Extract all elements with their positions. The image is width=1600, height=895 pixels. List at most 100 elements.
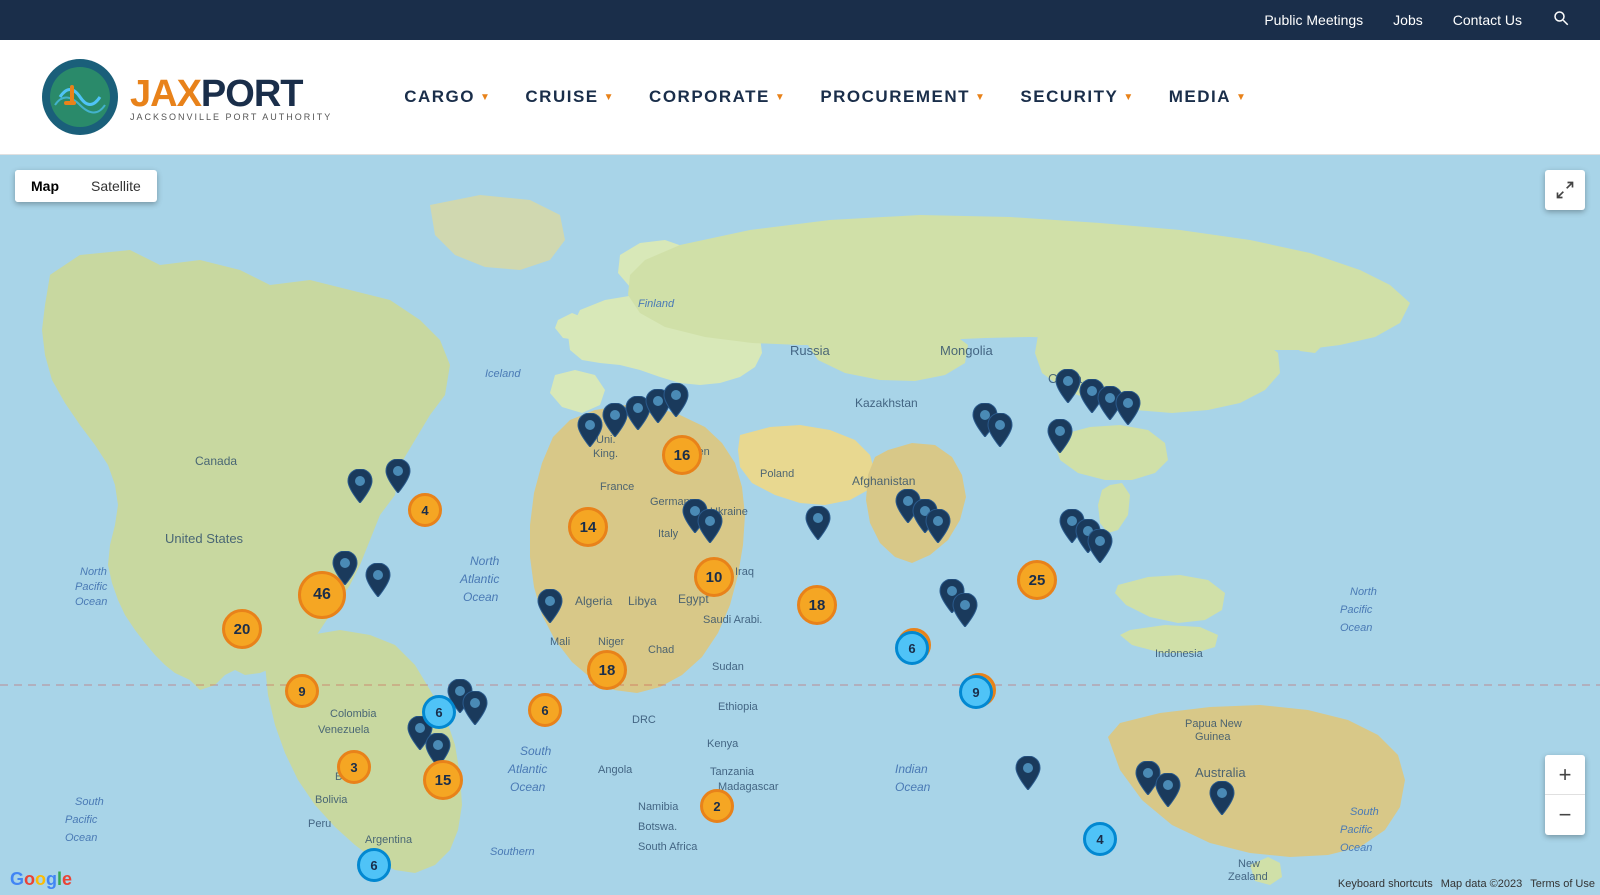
svg-text:Indonesia: Indonesia [1155,648,1204,660]
map-type-satellite-btn[interactable]: Satellite [75,170,157,202]
terms-of-use-link[interactable]: Terms of Use [1530,878,1595,890]
cluster-marker-4[interactable]: 4 [408,493,442,527]
svg-text:Argentina: Argentina [365,834,413,846]
svg-text:Chad: Chad [648,644,674,656]
svg-text:DRC: DRC [632,714,656,726]
svg-text:Kenya: Kenya [707,738,739,750]
nav-items: CARGO ▼ CRUISE ▼ CORPORATE ▼ PROCUREMENT… [392,79,1560,115]
svg-text:Peru: Peru [308,818,331,830]
svg-text:Ocean: Ocean [895,780,931,794]
keyboard-shortcuts-link[interactable]: Keyboard shortcuts [1338,878,1433,890]
pin-marker[interactable] [1014,756,1042,790]
main-navigation: JAXPORT JACKSONVILLE PORT AUTHORITY CARG… [0,40,1600,155]
pin-marker[interactable] [364,563,392,597]
svg-text:Indian: Indian [895,762,928,776]
cluster-marker-blue-6b[interactable]: 6 [357,848,391,882]
svg-text:Atlantic: Atlantic [507,762,547,776]
svg-text:Italy: Italy [658,528,679,540]
cluster-marker-15[interactable]: 15 [423,760,463,800]
cluster-marker-blue-9[interactable]: 9 [959,675,993,709]
cluster-marker-25[interactable]: 25 [1017,560,1057,600]
pin-marker[interactable] [986,413,1014,447]
nav-corporate[interactable]: CORPORATE ▼ [637,79,798,115]
svg-text:Australia: Australia [1195,765,1246,780]
svg-text:Iraq: Iraq [735,566,754,578]
cluster-marker-10[interactable]: 10 [694,557,734,597]
cluster-marker-6b[interactable]: 6 [528,693,562,727]
cluster-marker-3[interactable]: 3 [337,750,371,784]
pin-marker[interactable] [1046,419,1074,453]
svg-text:South Africa: South Africa [638,841,698,853]
cluster-marker-blue-6a[interactable]: 6 [422,695,456,729]
cluster-marker-blue-4[interactable]: 4 [1083,822,1117,856]
pin-marker[interactable] [461,691,489,725]
pin-marker[interactable] [951,593,979,627]
cluster-marker-2[interactable]: 2 [700,789,734,823]
svg-text:Iceland: Iceland [485,368,521,380]
cluster-marker-9[interactable]: 9 [285,674,319,708]
logo-subtitle: JACKSONVILLE PORT AUTHORITY [130,112,332,122]
pin-marker[interactable] [804,506,832,540]
pin-marker[interactable] [346,469,374,503]
svg-text:Algeria: Algeria [575,594,613,608]
svg-text:Botswa.: Botswa. [638,821,677,833]
zoom-in-btn[interactable]: + [1545,755,1585,795]
pin-marker[interactable] [662,383,690,417]
jobs-link[interactable]: Jobs [1393,12,1423,28]
svg-text:Papua New: Papua New [1185,718,1242,730]
svg-text:Ocean: Ocean [510,780,546,794]
svg-text:Finland: Finland [638,298,675,310]
svg-text:Tanzania: Tanzania [710,766,755,778]
nav-media[interactable]: MEDIA ▼ [1157,79,1260,115]
pin-marker[interactable] [1208,781,1236,815]
svg-text:Pacific: Pacific [75,581,108,593]
cluster-marker-blue-6c[interactable]: 6 [895,631,929,665]
contact-us-link[interactable]: Contact Us [1453,12,1522,28]
search-icon[interactable] [1552,9,1570,32]
nav-cargo[interactable]: CARGO ▼ [392,79,503,115]
svg-text:Mali: Mali [550,636,570,648]
cluster-marker-18a[interactable]: 18 [587,650,627,690]
pin-marker[interactable] [1086,529,1114,563]
public-meetings-link[interactable]: Public Meetings [1264,12,1363,28]
utility-bar: Public Meetings Jobs Contact Us [0,0,1600,40]
zoom-out-btn[interactable]: − [1545,795,1585,835]
pin-marker[interactable] [1114,391,1142,425]
nav-cruise[interactable]: CRUISE ▼ [513,79,627,115]
pin-marker[interactable] [384,459,412,493]
svg-text:Pacific: Pacific [1340,604,1373,616]
cluster-marker-18b[interactable]: 18 [797,585,837,625]
pin-marker[interactable] [1154,773,1182,807]
cluster-marker-46[interactable]: 46 [298,571,346,619]
world-map: United States Canada North Pacific Ocean… [0,155,1600,895]
nav-security[interactable]: SECURITY ▼ [1008,79,1146,115]
svg-text:France: France [600,481,634,493]
svg-text:South: South [75,796,104,808]
svg-text:Russia: Russia [790,343,831,358]
cluster-marker-14[interactable]: 14 [568,507,608,547]
pin-marker[interactable] [536,589,564,623]
fullscreen-btn[interactable] [1545,170,1585,210]
cluster-marker-20[interactable]: 20 [222,609,262,649]
pin-marker[interactable] [924,509,952,543]
svg-text:Bolivia: Bolivia [315,794,348,806]
svg-text:Southern: Southern [490,846,535,858]
svg-text:Venezuela: Venezuela [318,724,370,736]
cluster-marker-16[interactable]: 16 [662,435,702,475]
map-type-map-btn[interactable]: Map [15,170,75,202]
svg-text:New: New [1238,858,1260,870]
svg-text:Namibia: Namibia [638,801,679,813]
svg-text:Ocean: Ocean [75,596,107,608]
logo-icon [40,57,120,137]
pin-marker[interactable] [576,413,604,447]
logo-jax: JAX [130,73,201,115]
svg-text:Ocean: Ocean [1340,842,1372,854]
pin-marker[interactable] [696,509,724,543]
map-container[interactable]: United States Canada North Pacific Ocean… [0,155,1600,895]
security-chevron-icon: ▼ [1123,92,1134,103]
nav-procurement[interactable]: PROCUREMENT ▼ [808,79,998,115]
svg-text:Ocean: Ocean [463,590,499,604]
svg-text:Zealand: Zealand [1228,871,1268,883]
logo[interactable]: JAXPORT JACKSONVILLE PORT AUTHORITY [40,57,332,137]
svg-text:United States: United States [165,531,244,546]
